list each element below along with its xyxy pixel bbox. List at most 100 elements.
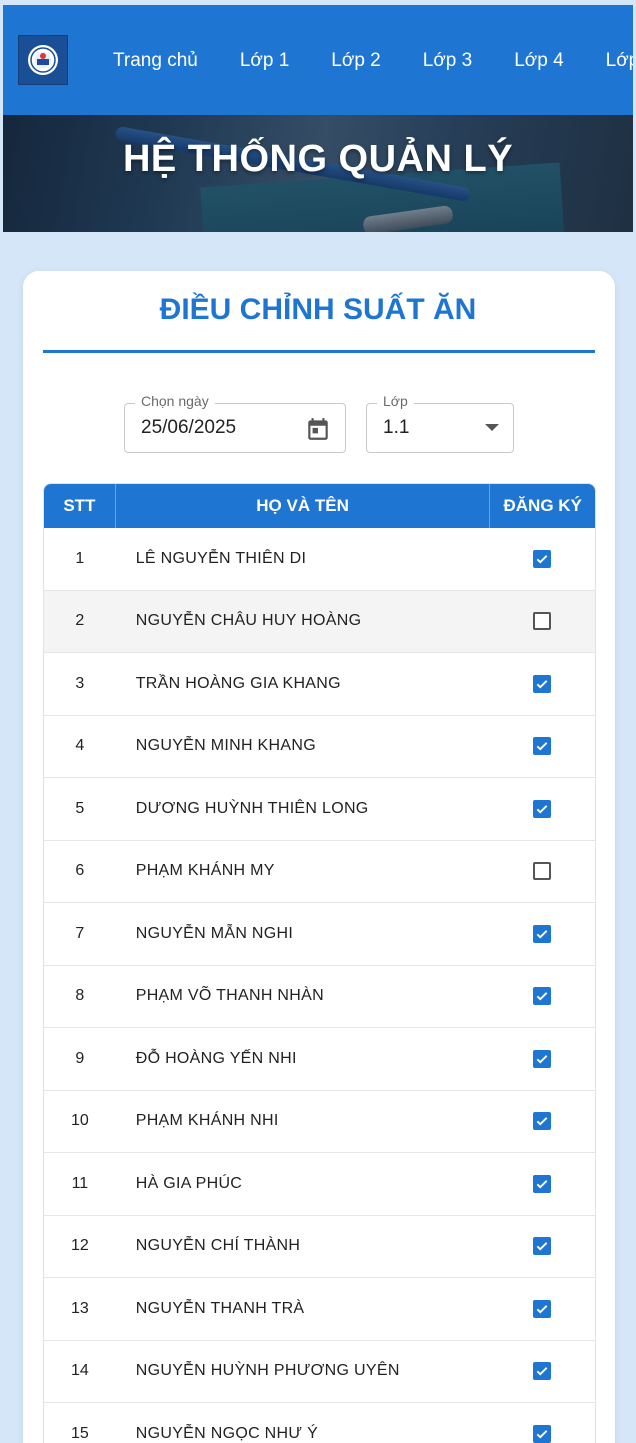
row-registered-cell [489,924,595,943]
chevron-down-icon[interactable] [485,424,499,431]
row-student-name: NGUYỄN CHÂU HUY HOÀNG [135,612,362,630]
row-registered-cell [489,674,595,693]
registered-checkbox[interactable] [533,1424,552,1443]
calendar-icon[interactable] [305,416,331,442]
header-registered: ĐĂNG KÝ [489,484,595,528]
row-student-name: ĐỖ HOÀNG YẾN NHI [135,1049,297,1067]
row-student-name: NGUYỄN CHÍ THÀNH [135,1237,301,1255]
row-stt: 4 [75,737,85,755]
registered-checkbox[interactable] [533,549,552,568]
table-row: 5 DƯƠNG HUỲNH THIÊN LONG [44,778,595,841]
nav-home[interactable]: Trang chủ [113,49,198,73]
nav-class-1[interactable]: Lớp 1 [240,49,289,73]
table-row: 4 NGUYỄN MINH KHANG [44,715,595,778]
row-student-name: LÊ NGUYỄN THIÊN DI [135,549,307,567]
row-registered-cell [489,862,595,881]
nav-class-3[interactable]: Lớp 3 [423,49,472,73]
row-stt: 3 [75,674,85,692]
date-picker-field[interactable]: Chọn ngày 25/06/2025 [124,393,346,453]
table-row: 13 NGUYỄN THANH TRÀ [44,1278,595,1341]
date-picker-label: Chọn ngày [135,393,215,409]
nav-class-2[interactable]: Lớp 2 [331,49,380,73]
registered-checkbox[interactable] [533,799,552,818]
row-student-name: NGUYỄN HUỲNH PHƯƠNG UYÊN [135,1362,400,1380]
registered-checkbox[interactable] [533,924,552,943]
row-stt: 7 [75,924,85,942]
registered-checkbox[interactable] [533,674,552,693]
row-registered-cell [489,1112,595,1131]
class-select-value[interactable]: 1.1 [383,417,409,439]
row-student-name: NGUYỄN THANH TRÀ [135,1299,305,1317]
row-student-name: PHẠM KHÁNH MY [135,862,275,880]
checkmark-icon [536,804,548,814]
registered-checkbox[interactable] [533,1112,552,1131]
registered-checkbox[interactable] [533,1174,552,1193]
nav-class-4[interactable]: Lớp 4 [514,49,563,73]
row-registered-cell [489,1424,595,1443]
row-stt: 1 [75,549,85,567]
row-stt: 15 [70,1424,89,1442]
class-select-field[interactable]: Lớp 1.1 [366,393,514,453]
table-body: 1 LÊ NGUYỄN THIÊN DI 2 NGUYỄN CHÂU HUY HOÀN… [44,528,595,1443]
table-row: 7 NGUYỄN MẪN NGHI [44,903,595,966]
table-row: 9 ĐỖ HOÀNG YẾN NHI [44,1028,595,1091]
row-stt: 8 [75,987,85,1005]
checkmark-icon [536,1429,548,1439]
row-student-name: NGUYỄN NGỌC NHƯ Ý [135,1424,319,1442]
nav-class-5[interactable]: Lớp 5 [606,49,633,73]
row-student-name: HÀ GIA PHÚC [135,1174,243,1192]
table-row: 12 NGUYỄN CHÍ THÀNH [44,1215,595,1278]
registered-checkbox[interactable] [533,862,552,881]
row-stt: 14 [70,1362,89,1380]
row-registered-cell [489,1174,595,1193]
table-row: 6 PHẠM KHÁNH MY [44,840,595,903]
checkmark-icon [536,929,548,939]
checkmark-icon [536,679,548,689]
table-row: 10 PHẠM KHÁNH NHI [44,1090,595,1153]
row-stt: 11 [71,1174,89,1192]
registered-checkbox[interactable] [533,1362,552,1381]
table-header: STT HỌ VÀ TÊN ĐĂNG KÝ [44,484,595,528]
registered-checkbox[interactable] [533,612,552,631]
row-stt: 6 [75,862,85,880]
table-row: 11 HÀ GIA PHÚC [44,1153,595,1216]
row-registered-cell [489,799,595,818]
row-registered-cell [489,1299,595,1318]
row-registered-cell [489,737,595,756]
registered-checkbox[interactable] [533,987,552,1006]
row-stt: 10 [70,1112,89,1130]
row-registered-cell [489,549,595,568]
hero-title: HỆ THỐNG QUẢN LÝ [122,138,514,180]
registered-checkbox[interactable] [533,1049,552,1068]
row-registered-cell [489,1049,595,1068]
row-registered-cell [489,987,595,1006]
student-meal-table: STT HỌ VÀ TÊN ĐĂNG KÝ 1 LÊ NGUYỄN THIÊN D… [43,483,596,1443]
registered-checkbox[interactable] [533,1237,552,1256]
page-title: ĐIỀU CHỈNH SUẤT ĂN [159,293,477,326]
registered-checkbox[interactable] [533,1299,552,1318]
checkmark-icon [536,1304,548,1314]
row-stt: 5 [75,799,85,817]
checkmark-icon [536,992,548,1001]
table-row: 8 PHẠM VÕ THANH NHÀN [44,965,595,1028]
checkmark-icon [536,742,548,751]
row-student-name: TRẦN HOÀNG GIA KHANG [135,674,341,692]
table-row: 15 NGUYỄN NGỌC NHƯ Ý [44,1403,595,1443]
registered-checkbox[interactable] [533,737,552,756]
checkmark-icon [536,554,548,564]
checkmark-icon [536,1367,548,1376]
row-registered-cell [489,612,595,631]
row-student-name: NGUYỄN MINH KHANG [135,737,316,755]
checkmark-icon [536,1054,548,1064]
row-student-name: PHẠM VÕ THANH NHÀN [135,987,324,1005]
school-logo[interactable] [18,35,68,85]
main-nav: Trang chủ Lớp 1 Lớp 2 Lớp 3 Lớp 4 Lớp 5 [113,49,633,73]
row-student-name: PHẠM KHÁNH NHI [135,1112,279,1130]
logo-emblem-icon [28,45,58,75]
row-stt: 2 [75,612,85,630]
header-name: HỌ VÀ TÊN [256,496,349,515]
date-picker-value[interactable]: 25/06/2025 [141,417,236,439]
header-stt: STT [44,484,116,528]
row-student-name: NGUYỄN MẪN NGHI [135,924,294,942]
row-stt: 12 [70,1237,89,1255]
